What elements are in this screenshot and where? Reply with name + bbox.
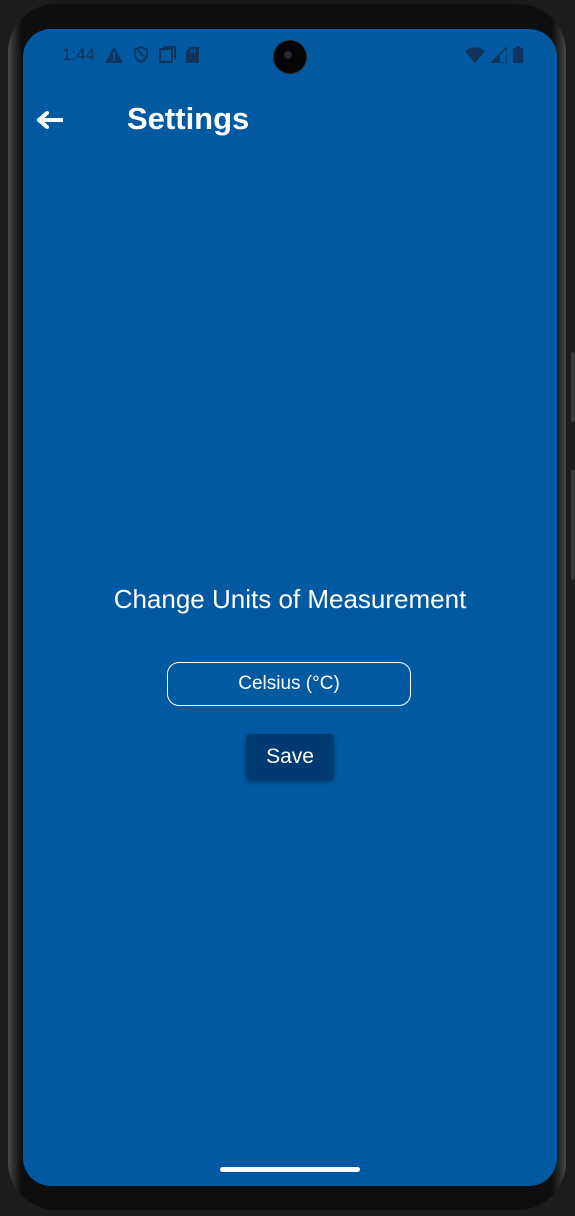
- units-heading: Change Units of Measurement: [113, 584, 467, 614]
- unit-select[interactable]: Celsius (°C): [167, 662, 411, 706]
- device-frame: 1:44 Settings Change Units of Measuremen…: [0, 0, 575, 1216]
- power-button: [571, 470, 575, 580]
- save-button[interactable]: Save: [246, 734, 334, 780]
- settings-content: Change Units of Measurement Celsius (°C)…: [23, 29, 557, 1186]
- app-screen: 1:44 Settings Change Units of Measuremen…: [23, 29, 557, 1186]
- home-indicator[interactable]: [220, 1167, 360, 1172]
- volume-button: [571, 352, 575, 422]
